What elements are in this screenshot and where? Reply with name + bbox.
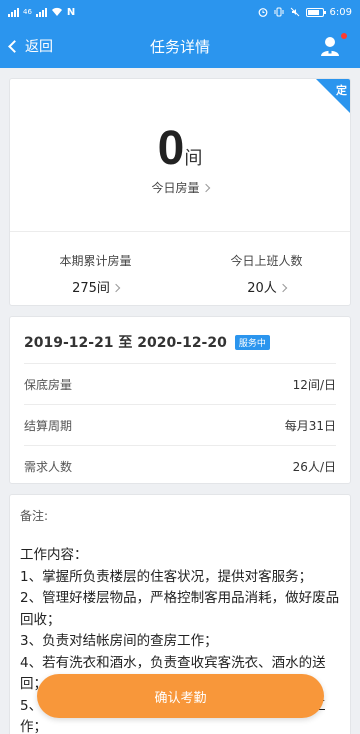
clock-time: 6:09	[329, 6, 352, 18]
today-rooms-unit: 间	[184, 148, 203, 169]
wifi-icon	[51, 7, 62, 17]
today-rooms-label: 今日房量	[151, 181, 200, 195]
mute-icon	[290, 7, 299, 17]
user-icon	[321, 37, 339, 56]
page-title: 任务详情	[149, 37, 210, 56]
nfc-icon: N	[66, 6, 76, 18]
nav-bar: 返回 任务详情	[0, 24, 360, 68]
details-card: 2019-12-21 至 2020-12-20 服务中 保底房量 12间/日 结…	[9, 316, 351, 484]
alarm-icon	[258, 8, 267, 17]
user-profile-button[interactable]	[318, 33, 347, 58]
today-rooms-value: 0	[157, 122, 185, 175]
info-value: 每月31日	[284, 418, 336, 433]
today-workers-label: 今日上班人数	[230, 254, 303, 268]
date-range: 2019-12-21 至 2020-12-20	[24, 335, 227, 351]
period-total-value: 275间	[72, 281, 110, 296]
summary-card: 定 0间 今日房量 本期累计房量 275间 今日上班人数 20人	[9, 78, 351, 306]
content-line: 3、负责对结帐房间的查房工作；	[20, 633, 218, 649]
info-label: 保底房量	[24, 377, 73, 392]
status-badge: 服务中	[234, 334, 270, 350]
info-value: 12间/日	[292, 377, 336, 392]
confirm-attendance-button[interactable]: 确认考勤	[37, 674, 324, 718]
back-button[interactable]: 返回	[8, 24, 53, 68]
today-rooms-count: 0间	[10, 121, 350, 176]
info-label: 需求人数	[24, 459, 73, 474]
signal-icon-2	[35, 7, 47, 17]
back-label: 返回	[25, 39, 53, 55]
info-row-headcount: 需求人数 26人/日	[24, 445, 336, 486]
chevron-right-icon	[201, 183, 210, 192]
today-workers-value: 20人	[247, 281, 277, 296]
network-type: 46	[23, 8, 32, 16]
content-line: 1、掌握所负责楼层的住客状况，提供对客服务；	[20, 568, 313, 585]
info-row-min-rooms: 保底房量 12间/日	[24, 363, 336, 404]
divider	[10, 231, 350, 232]
today-rooms-link[interactable]: 今日房量	[10, 179, 350, 196]
status-bar: 46 N 6:09	[0, 0, 360, 24]
info-row-settlement: 结算周期 每月31日	[24, 404, 336, 445]
remark-label: 备注:	[20, 509, 49, 523]
info-label: 结算周期	[24, 418, 73, 433]
notification-dot	[341, 33, 347, 39]
chevron-left-icon	[8, 40, 21, 53]
vibrate-icon	[274, 7, 284, 17]
content-line: 2、管理好楼层物品，严格控制客用品消耗，做好废品回收；	[20, 590, 340, 628]
today-workers-stat[interactable]: 今日上班人数 20人	[181, 252, 350, 296]
chevron-right-icon	[278, 283, 288, 292]
battery-icon	[305, 7, 326, 17]
info-value: 26人/日	[292, 459, 336, 474]
chevron-right-icon	[111, 283, 121, 292]
date-range-row: 2019-12-21 至 2020-12-20 服务中	[24, 332, 270, 352]
content-line: 工作内容：	[20, 547, 88, 563]
corner-tag: 定	[336, 84, 347, 97]
period-total-label: 本期累计房量	[59, 254, 132, 268]
period-total-stat[interactable]: 本期累计房量 275间	[10, 252, 181, 296]
signal-icon	[8, 7, 19, 17]
